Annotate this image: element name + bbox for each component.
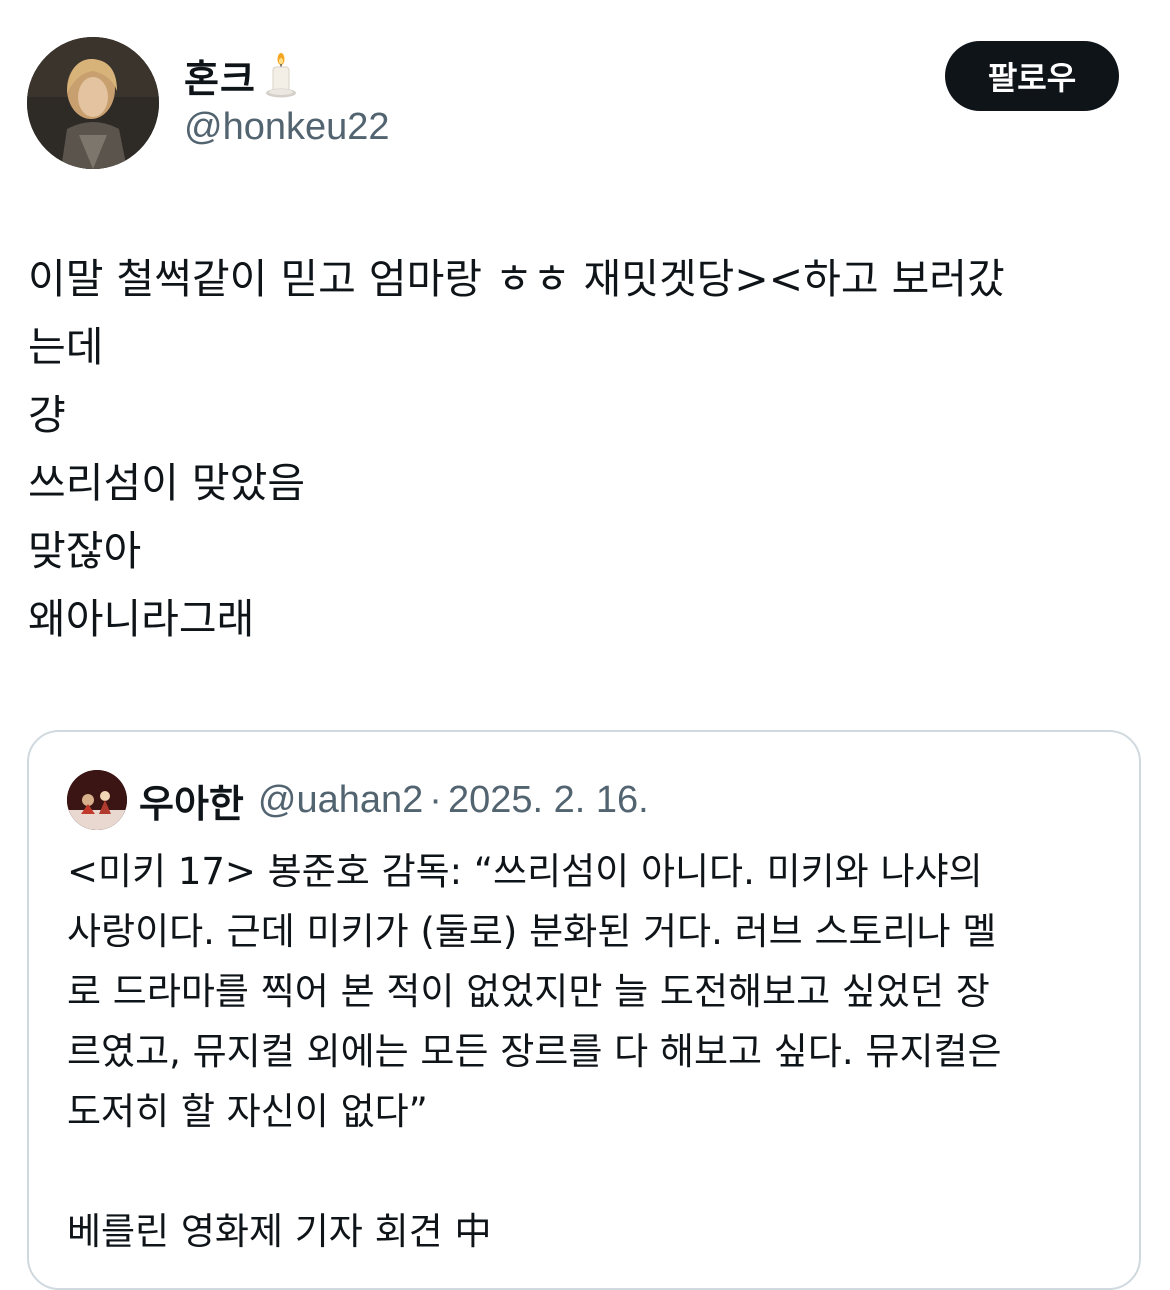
tweet-line: 이말 철썩같이 믿고 엄마랑 ㅎㅎ 재밋겟당><하고 보러갔 bbox=[28, 255, 1005, 303]
quoted-avatar-image bbox=[67, 770, 127, 830]
quoted-handle[interactable]: @uahan2 bbox=[258, 779, 423, 822]
tweet-line: 걍 bbox=[28, 391, 66, 439]
follow-button[interactable]: 팔로우 bbox=[945, 41, 1119, 111]
quoted-date[interactable]: 2025. 2. 16. bbox=[448, 779, 649, 822]
tweet-line: 는데 bbox=[28, 323, 104, 371]
author-name-row[interactable]: 혼크 bbox=[184, 48, 298, 103]
quoted-blank-line bbox=[67, 1142, 1117, 1202]
profile-photo bbox=[27, 37, 159, 169]
tweet-line: 맞잖아 bbox=[28, 527, 142, 575]
tweet-line: 쓰리섬이 맞았음 bbox=[28, 459, 306, 507]
header-separator: · bbox=[429, 778, 442, 821]
author-handle[interactable]: @honkeu22 bbox=[184, 106, 390, 149]
author-display-name[interactable]: 혼크 bbox=[184, 48, 256, 103]
quoted-author-avatar[interactable] bbox=[67, 770, 127, 830]
quoted-line: 도저히 할 자신이 없다” bbox=[67, 1090, 428, 1133]
tweet-line: 왜아니라그래 bbox=[28, 595, 255, 643]
quoted-line: <미키 17> 봉준호 감독: “쓰리섬이 아니다. 미키와 나샤의 bbox=[67, 850, 983, 893]
quoted-tweet-card[interactable]: 우아한 @uahan2 · 2025. 2. 16. <미키 17> 봉준호 감… bbox=[27, 730, 1141, 1290]
tweet-text: 이말 철썩같이 믿고 엄마랑 ㅎㅎ 재밋겟당><하고 보러갔 는데 걍 쓰리섬이… bbox=[28, 245, 1148, 653]
quoted-line: 르였고, 뮤지컬 외에는 모든 장르를 다 해보고 싶다. 뮤지컬은 bbox=[67, 1030, 1002, 1073]
quoted-line: 사랑이다. 근데 미키가 (둘로) 분화된 거다. 러브 스토리나 멜 bbox=[67, 910, 997, 953]
candle-icon bbox=[264, 51, 298, 99]
quoted-line: 로 드라마를 찍어 본 적이 없었지만 늘 도전해보고 싶었던 장 bbox=[67, 970, 990, 1013]
quoted-line: 베를린 영화제 기자 회견 中 bbox=[67, 1210, 492, 1253]
quoted-tweet-header: 우아한 @uahan2 · 2025. 2. 16. bbox=[139, 774, 649, 826]
quoted-tweet-text: <미키 17> 봉준호 감독: “쓰리섬이 아니다. 미키와 나샤의 사랑이다.… bbox=[67, 842, 1117, 1262]
quoted-display-name[interactable]: 우아한 bbox=[139, 773, 244, 828]
author-avatar[interactable] bbox=[27, 37, 159, 169]
